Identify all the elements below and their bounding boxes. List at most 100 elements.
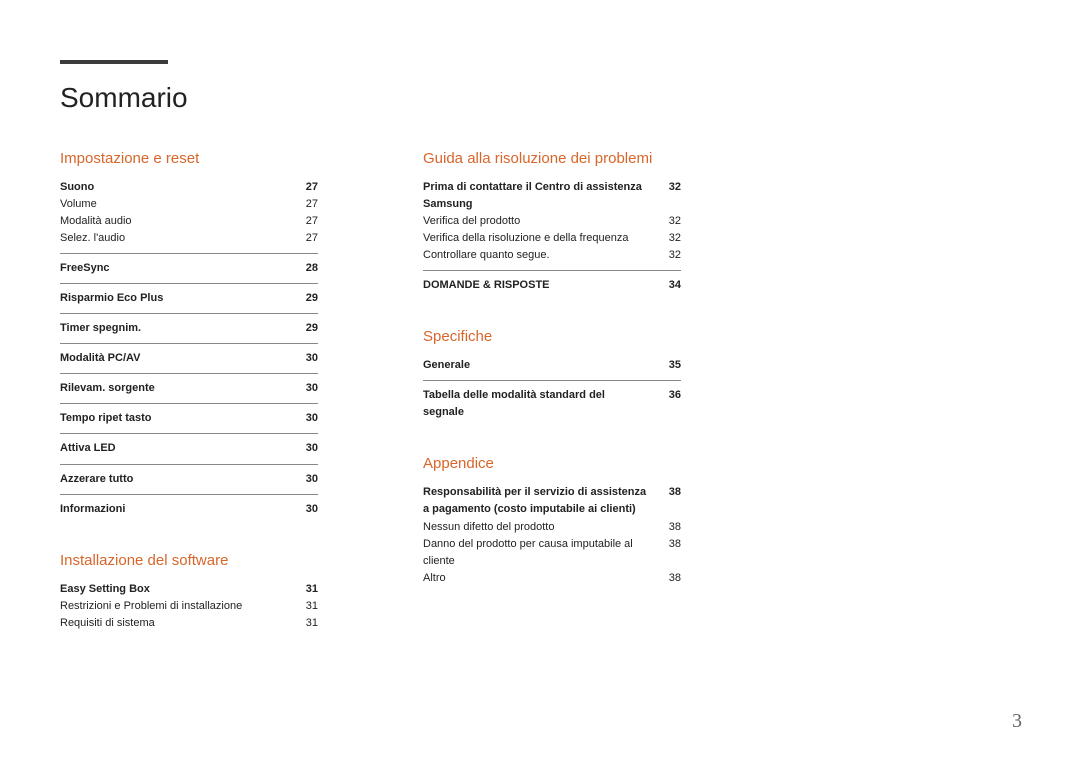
divider (60, 343, 318, 344)
toc-entry[interactable]: Volume27 (60, 196, 318, 213)
toc-entry[interactable]: Tabella delle modalità standard del segn… (423, 387, 681, 421)
toc-entry[interactable]: Requisiti di sistema31 (60, 615, 318, 632)
toc-page: 27 (294, 213, 318, 230)
toc-page: 31 (294, 598, 318, 615)
toc-page: 27 (294, 196, 318, 213)
toc-page: 35 (657, 357, 681, 374)
toc-label: Altro (423, 570, 657, 587)
toc-entry[interactable]: Easy Setting Box31 (60, 581, 318, 598)
toc-label: Rilevam. sorgente (60, 380, 294, 397)
toc-label: Attiva LED (60, 440, 294, 457)
toc-label: Timer spegnim. (60, 320, 294, 337)
toc-entry[interactable]: Rilevam. sorgente30 (60, 380, 318, 397)
toc-entry[interactable]: Danno del prodotto per causa imputabile … (423, 536, 681, 570)
toc-label: Suono (60, 179, 294, 196)
divider (60, 433, 318, 434)
toc-page: 30 (294, 410, 318, 427)
section-heading: Installazione del software (60, 552, 318, 569)
toc-block: Prima di contattare il Centro di assiste… (423, 179, 681, 294)
toc-entry[interactable]: DOMANDE & RISPOSTE34 (423, 277, 681, 294)
toc-entry[interactable]: Modalità audio27 (60, 213, 318, 230)
column-left: Impostazione e reset Suono27Volume27Moda… (60, 150, 318, 632)
toc-entry[interactable]: Attiva LED30 (60, 440, 318, 457)
divider (60, 283, 318, 284)
toc-entry[interactable]: Generale35 (423, 357, 681, 374)
toc-block: Generale35Tabella delle modalità standar… (423, 357, 681, 421)
toc-label: Selez. l'audio (60, 230, 294, 247)
toc-entry[interactable]: Altro38 (423, 570, 681, 587)
toc-page: 36 (657, 387, 681, 421)
divider (60, 253, 318, 254)
toc-entry[interactable]: Restrizioni e Problemi di installazione3… (60, 598, 318, 615)
toc-label: Modalità PC/AV (60, 350, 294, 367)
toc-block: Responsabilità per il servizio di assist… (423, 484, 681, 586)
toc-page: 30 (294, 471, 318, 488)
toc-label: Prima di contattare il Centro di assiste… (423, 179, 657, 213)
divider (423, 270, 681, 271)
toc-label: Tempo ripet tasto (60, 410, 294, 427)
toc-block: Suono27Volume27Modalità audio27Selez. l'… (60, 179, 318, 518)
toc-label: Requisiti di sistema (60, 615, 294, 632)
toc-page: 38 (657, 519, 681, 536)
toc-page: 30 (294, 440, 318, 457)
toc-label: Modalità audio (60, 213, 294, 230)
divider (60, 464, 318, 465)
toc-page: 38 (657, 536, 681, 570)
toc-entry[interactable]: Tempo ripet tasto30 (60, 410, 318, 427)
toc-label: Danno del prodotto per causa imputabile … (423, 536, 657, 570)
section-heading: Specifiche (423, 328, 681, 345)
toc-label: DOMANDE & RISPOSTE (423, 277, 657, 294)
toc-label: Volume (60, 196, 294, 213)
section-heading: Appendice (423, 455, 681, 472)
toc-label: Nessun difetto del prodotto (423, 519, 657, 536)
section-heading: Guida alla risoluzione dei problemi (423, 150, 681, 167)
toc-label: Generale (423, 357, 657, 374)
toc-label: Risparmio Eco Plus (60, 290, 294, 307)
toc-page: 32 (657, 213, 681, 230)
toc-page: 31 (294, 581, 318, 598)
toc-page: 27 (294, 230, 318, 247)
toc-entry[interactable]: Prima di contattare il Centro di assiste… (423, 179, 681, 213)
toc-entry[interactable]: Risparmio Eco Plus29 (60, 290, 318, 307)
toc-label: FreeSync (60, 260, 294, 277)
toc-entry[interactable]: Verifica del prodotto32 (423, 213, 681, 230)
toc-entry[interactable]: Azzerare tutto30 (60, 471, 318, 488)
toc-label: Tabella delle modalità standard del segn… (423, 387, 657, 421)
toc-page: 38 (657, 570, 681, 587)
toc-label: Controllare quanto segue. (423, 247, 657, 264)
toc-label: Responsabilità per il servizio di assist… (423, 484, 657, 518)
toc-entry[interactable]: Verifica della risoluzione e della frequ… (423, 230, 681, 247)
toc-page: 30 (294, 380, 318, 397)
section-heading: Impostazione e reset (60, 150, 318, 167)
toc-page: 27 (294, 179, 318, 196)
toc-label: Verifica della risoluzione e della frequ… (423, 230, 657, 247)
toc-page: 32 (657, 179, 681, 213)
title-rule (60, 60, 168, 64)
page-title: Sommario (60, 82, 1020, 114)
toc-entry[interactable]: Modalità PC/AV30 (60, 350, 318, 367)
toc-entry[interactable]: Informazioni30 (60, 501, 318, 518)
divider (60, 313, 318, 314)
toc-entry[interactable]: FreeSync28 (60, 260, 318, 277)
divider (423, 380, 681, 381)
toc-page: 34 (657, 277, 681, 294)
toc-page: 29 (294, 290, 318, 307)
toc-label: Informazioni (60, 501, 294, 518)
divider (60, 373, 318, 374)
toc-label: Verifica del prodotto (423, 213, 657, 230)
toc-entry[interactable]: Responsabilità per il servizio di assist… (423, 484, 681, 518)
toc-page: 30 (294, 350, 318, 367)
toc-page: 32 (657, 230, 681, 247)
toc-entry[interactable]: Timer spegnim.29 (60, 320, 318, 337)
toc-label: Azzerare tutto (60, 471, 294, 488)
toc-entry[interactable]: Suono27 (60, 179, 318, 196)
divider (60, 403, 318, 404)
toc-page: 30 (294, 501, 318, 518)
toc-page: 28 (294, 260, 318, 277)
toc-label: Restrizioni e Problemi di installazione (60, 598, 294, 615)
toc-entry[interactable]: Controllare quanto segue.32 (423, 247, 681, 264)
toc-entry[interactable]: Selez. l'audio27 (60, 230, 318, 247)
toc-page: 31 (294, 615, 318, 632)
toc-page: 38 (657, 484, 681, 518)
toc-entry[interactable]: Nessun difetto del prodotto38 (423, 519, 681, 536)
